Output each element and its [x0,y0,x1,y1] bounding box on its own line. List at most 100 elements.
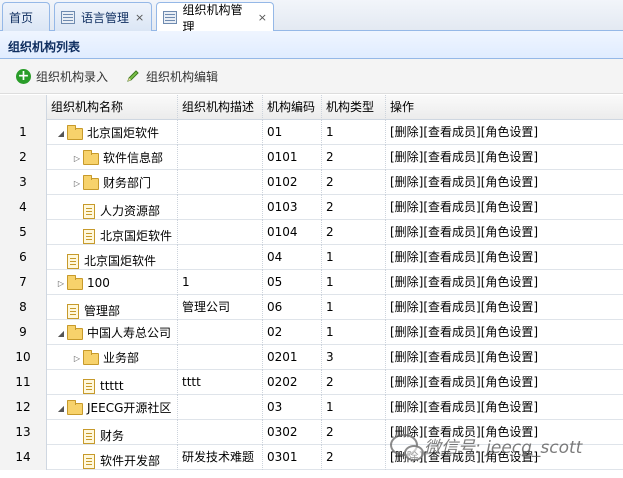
table-row[interactable]: 4 人力资源部 0103 2 [删除][查看成员][角色设置] [0,195,623,220]
org-code: 06 [263,295,322,320]
tab-bar: 首页 语言管理 × 组织机构管理 × [0,0,623,34]
tab-label: 组织机构管理 [182,2,243,34]
list-icon [163,11,177,24]
add-org-button[interactable]: + 组织机构录入 [16,68,108,85]
wechat-watermark: 微信号: jeecg_scott [390,425,623,465]
header-ops: 操作 [390,100,415,114]
org-name-cell[interactable]: 财务 [47,420,178,445]
row-action-links[interactable]: [删除][查看成员][角色设置] [390,300,538,314]
expanded-arrow-icon[interactable]: ◢ [55,396,67,420]
table-row[interactable]: 3 ▷ 财务部门 0102 2 [删除][查看成员][角色设置] [0,170,623,195]
file-icon [83,453,95,469]
org-name-cell[interactable]: 管理部 [47,295,178,320]
table-row[interactable]: 5 北京国炬软件 0104 2 [删除][查看成员][角色设置] [0,220,623,245]
org-name: 软件开发部 [100,453,161,468]
org-name-cell[interactable]: 北京国炬软件 [47,220,178,245]
org-type: 1 [322,120,386,145]
table-row[interactable]: 1 ◢ 北京国炬软件 01 1 [删除][查看成员][角色设置] [0,120,623,145]
collapsed-arrow-icon[interactable]: ▷ [55,271,67,295]
row-actions: [删除][查看成员][角色设置] [386,170,623,195]
org-code: 02 [263,320,322,345]
org-name: 100 [87,276,110,290]
org-code: 01 [263,120,322,145]
expanded-arrow-icon[interactable]: ◢ [55,321,67,345]
org-desc [178,320,263,345]
row-action-links[interactable]: [删除][查看成员][角色设置] [390,250,538,264]
collapsed-arrow-icon[interactable]: ▷ [71,146,83,170]
table-row[interactable]: 10 ▷ 业务部 0201 3 [删除][查看成员][角色设置] [0,345,623,370]
org-name-cell[interactable]: 北京国炬软件 [47,245,178,270]
row-action-links[interactable]: [删除][查看成员][角色设置] [390,175,538,189]
table-row[interactable]: 7 ▷ 100 1 05 1 [删除][查看成员][角色设置] [0,270,623,295]
row-actions: [删除][查看成员][角色设置] [386,145,623,170]
row-action-links[interactable]: [删除][查看成员][角色设置] [390,125,538,139]
table-row[interactable]: 12 ◢ JEECG开源社区 03 1 [删除][查看成员][角色设置] [0,395,623,420]
org-name: 管理部 [84,303,121,318]
row-action-links[interactable]: [删除][查看成员][角色设置] [390,225,538,239]
row-actions: [删除][查看成员][角色设置] [386,245,623,270]
tab-home[interactable]: 首页 [2,2,50,31]
tab-language-management[interactable]: 语言管理 × [54,2,152,31]
header-code[interactable]: 机构编码 [263,95,322,120]
org-name-cell[interactable]: ◢ 中国人寿总公司 [47,320,178,345]
org-name: 财务部门 [103,176,152,190]
close-icon[interactable]: × [258,11,267,24]
file-icon [83,228,95,244]
row-action-links[interactable]: [删除][查看成员][角色设置] [390,375,538,389]
folder-icon [83,149,99,165]
org-name-cell[interactable]: ▷ 财务部门 [47,170,178,195]
row-action-links[interactable]: [删除][查看成员][角色设置] [390,325,538,339]
folder-icon [67,399,83,415]
org-type: 3 [322,345,386,370]
tab-org-management[interactable]: 组织机构管理 × [156,2,274,34]
folder-icon [83,349,99,365]
org-desc [178,395,263,420]
org-name: 软件信息部 [103,151,164,165]
header-desc[interactable]: 组织机构描述 [178,95,263,120]
table-row[interactable]: 11 ttttt tttt 0202 2 [删除][查看成员][角色设置] [0,370,623,395]
org-name-cell[interactable]: ▷ 软件信息部 [47,145,178,170]
org-code: 0201 [263,345,322,370]
collapsed-arrow-icon[interactable]: ▷ [71,346,83,370]
org-name: 北京国炬软件 [87,126,160,140]
folder-icon [67,124,83,140]
file-icon [83,203,95,219]
close-icon[interactable]: × [135,11,144,24]
org-name-cell[interactable]: ◢ JEECG开源社区 [47,395,178,420]
edit-org-button[interactable]: 组织机构编辑 [126,68,218,85]
org-desc [178,145,263,170]
org-name-cell[interactable]: ◢ 北京国炬软件 [47,120,178,145]
row-action-links[interactable]: [删除][查看成员][角色设置] [390,275,538,289]
table-row[interactable]: 8 管理部 管理公司 06 1 [删除][查看成员][角色设置] [0,295,623,320]
org-name-cell[interactable]: ▷ 100 [47,270,178,295]
org-name-cell[interactable]: 人力资源部 [47,195,178,220]
row-action-links[interactable]: [删除][查看成员][角色设置] [390,200,538,214]
collapsed-arrow-icon[interactable]: ▷ [71,171,83,195]
row-actions: [删除][查看成员][角色设置] [386,320,623,345]
org-name-cell[interactable]: 软件开发部 [47,445,178,470]
org-name-cell[interactable]: ttttt [47,370,178,395]
org-desc [178,170,263,195]
row-action-links[interactable]: [删除][查看成员][角色设置] [390,350,538,364]
org-type: 1 [322,320,386,345]
row-action-links[interactable]: [删除][查看成员][角色设置] [390,400,538,414]
header-name[interactable]: 组织机构名称 [47,95,178,120]
row-action-links[interactable]: [删除][查看成员][角色设置] [390,150,538,164]
header-type[interactable]: 机构类型 [322,95,386,120]
header-rownum [0,95,47,120]
tab-label: 首页 [9,10,34,25]
table-row[interactable]: 9 ◢ 中国人寿总公司 02 1 [删除][查看成员][角色设置] [0,320,623,345]
row-number: 3 [0,170,47,195]
org-code: 05 [263,270,322,295]
org-name-cell[interactable]: ▷ 业务部 [47,345,178,370]
expanded-arrow-icon[interactable]: ◢ [55,121,67,145]
org-desc: 1 [178,270,263,295]
table-row[interactable]: 2 ▷ 软件信息部 0101 2 [删除][查看成员][角色设置] [0,145,623,170]
org-code: 0202 [263,370,322,395]
watermark-text: 微信号: jeecg_scott [424,437,583,458]
org-type: 1 [322,395,386,420]
org-type: 2 [322,170,386,195]
table-row[interactable]: 6 北京国炬软件 04 1 [删除][查看成员][角色设置] [0,245,623,270]
org-type: 2 [322,370,386,395]
org-type: 2 [322,420,386,445]
